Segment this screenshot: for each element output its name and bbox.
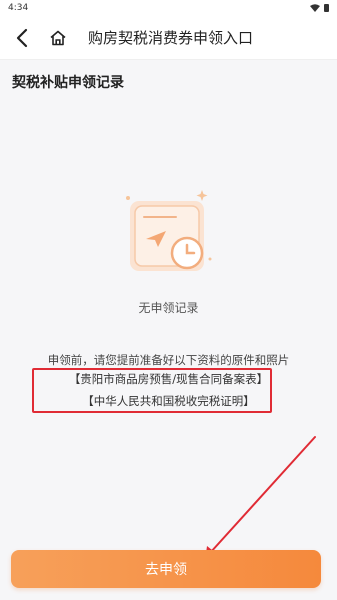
nav-bar: 购房契税消费券申领入口 (0, 16, 337, 60)
apply-button[interactable]: 去申领 (11, 550, 321, 588)
status-bar: 4:34 (0, 0, 337, 16)
empty-state-text: 无申领记录 (138, 301, 199, 315)
highlight-box (32, 368, 272, 413)
section-title: 契税补贴申领记录 (12, 75, 124, 91)
status-time: 4:34 (8, 3, 29, 13)
page-title: 购房契税消费券申领入口 (88, 29, 254, 47)
chevron-left-icon (16, 28, 28, 47)
main-content: 契税补贴申领记录 无申领记录 申领前，请您提前准备好以下资料的原件和照片 【贵阳… (0, 60, 337, 600)
empty-record-illustration (126, 190, 212, 271)
status-icons (310, 4, 329, 12)
home-icon (50, 30, 66, 45)
home-button[interactable] (44, 24, 72, 52)
wifi-icon (310, 4, 320, 12)
back-button[interactable] (8, 24, 36, 52)
battery-icon (324, 4, 329, 12)
